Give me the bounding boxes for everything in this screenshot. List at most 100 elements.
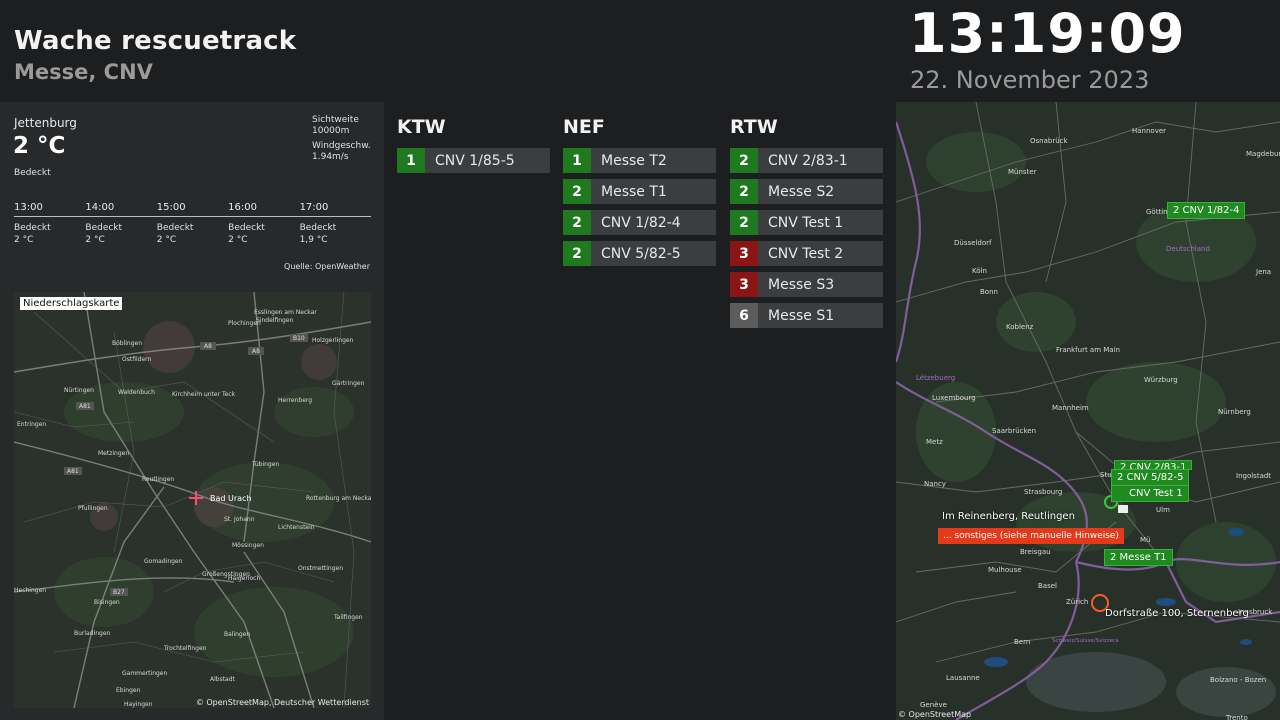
place-label: Mössingen [232,542,264,549]
place-label: Plochingen [228,320,261,327]
status-badge: 2 [563,210,591,235]
place-label: Ostfildern [122,356,152,363]
place-label: Tailfingen [333,614,363,621]
vehicle-map-marker[interactable]: CNV Test 1 [1111,485,1189,502]
column-title: RTW [730,116,778,138]
forecast-condition: Bedeckt [85,223,123,233]
vehicle-map-marker[interactable]: 2 Messe T1 [1104,549,1173,566]
weather-source: Quelle: OpenWeather [284,262,370,271]
vehicle-row[interactable]: 2 CNV 5/82-5 [563,241,716,266]
vehicle-row[interactable]: 2 Messe T1 [563,179,716,204]
visibility-value: 10000m [312,126,350,136]
forecast-temp: 2 °C [228,235,248,245]
forecast-condition: Bedeckt [156,223,194,233]
precipitation-map[interactable]: Esslingen am Neckar Sindelfingen Böbling… [14,292,371,708]
place-label: Nancy [924,480,946,488]
forecast-temp: 1,9 °C [299,235,328,245]
place-label: Koblenz [1006,323,1034,331]
alarm-type-badge[interactable]: ... sonstiges (siehe manuelle Hinweise) [938,528,1124,544]
weather-city: Jettenburg [14,116,77,130]
road-label: B10 [293,335,305,342]
place-label: Albstadt [210,676,236,683]
forecast: 13:00 14:00 15:00 16:00 17:00 Bedeckt Be… [14,202,371,245]
place-label: Trochtelfingen [163,645,207,652]
forecast-temp: 2 °C [14,235,34,245]
place-label: Kirchheim unter Teck [172,391,236,398]
weather-temperature: 2 °C [13,133,66,159]
dashboard: Wache rescuetrack Messe, CNV 13:19:09 22… [0,0,1280,720]
place-label: Breisgau [1020,548,1051,556]
place-label: Trento [1225,714,1248,720]
place-label: Frankfurt am Main [1056,346,1120,354]
place-label: Reutlingen [142,476,174,483]
vehicle-name: CNV 1/85-5 [435,152,515,169]
vehicle-map-marker[interactable]: 2 CNV 1/82-4 [1167,202,1246,219]
precip-map-copyright: © OpenStreetMap, Deutscher Wetterdienst [195,698,369,707]
place-label: Haigerloch [228,575,260,582]
vehicle-row[interactable]: 2 CNV Test 1 [730,210,883,235]
status-badge: 1 [563,148,591,173]
status-badge: 2 [563,179,591,204]
vehicle-name: CNV 2/83-1 [768,152,848,169]
vehicle-name: CNV 1/82-4 [601,214,681,231]
clock: 13:19:09 [909,2,1186,65]
place-label: Würzburg [1144,376,1178,384]
place-label: Metzingen [98,450,129,457]
forecast-time: 16:00 [228,202,257,213]
precip-map-title: Niederschlagskarte [20,297,123,310]
road-label: A81 [79,403,91,410]
overview-map[interactable]: Hannover Osnabrück Magdebur Münster Gött… [896,102,1280,720]
vehicle-row[interactable]: 3 CNV Test 2 [730,241,883,266]
forecast-condition: Bedeckt [14,223,51,233]
status-badge: 2 [730,179,758,204]
alarm-address: Im Reinenberg, Reutlingen [942,511,1075,522]
place-label: Esslingen am Neckar [254,309,317,316]
road-label: A8 [252,348,260,355]
wind-label: Windgeschw. [312,141,371,151]
incident-address: Dorfstraße 100, Sternenberg [1105,608,1249,619]
place-label: Münster [1008,168,1037,176]
forecast-time: 14:00 [85,202,115,213]
vehicle-row[interactable]: 2 Messe S2 [730,179,883,204]
status-badge: 3 [730,241,758,266]
place-label: Balingen [224,631,250,638]
vehicle-map-marker[interactable]: 2 CNV 5/82-5 [1111,469,1190,486]
place-label: Lausanne [946,674,980,682]
place-label: Bad Urach [210,494,252,503]
place-label: Göttin [1146,208,1168,216]
place-label: Hannover [1132,127,1166,135]
road-label: A8 [204,343,212,350]
vehicle-row[interactable]: 2 CNV 1/82-4 [563,210,716,235]
place-label: Hechingen [14,587,46,594]
current-date: 22. November 2023 [910,66,1150,94]
place-label: Ulm [1156,506,1170,514]
vehicle-row[interactable]: 1 Messe T2 [563,148,716,173]
precipitation-map-canvas: Esslingen am Neckar Sindelfingen Böbling… [14,292,371,708]
place-label: Burladingen [74,630,111,637]
vehicle-row[interactable]: 6 Messe S1 [730,303,883,328]
place-label: Bonn [980,288,998,296]
column-rtw: RTW 2 CNV 2/83-1 2 Messe S2 2 CNV Test 1… [730,116,883,334]
vehicle-row[interactable]: 1 CNV 1/85-5 [397,148,550,173]
place-label: Gärtringen [332,380,365,387]
place-label: Holzgerlingen [312,337,354,344]
station-title: Wache rescuetrack [14,26,297,56]
column-nef: NEF 1 Messe T2 2 Messe T1 2 CNV 1/82-4 2… [563,116,716,272]
place-label: Mannheim [1052,404,1089,412]
road-label: A81 [67,468,79,475]
place-label: Osnabrück [1030,137,1068,145]
vehicle-row[interactable]: 3 Messe S3 [730,272,883,297]
place-label: Lichtenstein [278,524,315,531]
place-label: Köln [972,267,987,275]
status-badge: 1 [397,148,425,173]
place-label: Strasbourg [1024,488,1062,496]
place-label: Saarbrücken [992,427,1036,435]
place-label: Ingolstadt [1236,472,1271,480]
vehicle-row[interactable]: 2 CNV 2/83-1 [730,148,883,173]
wind-value: 1.94m/s [312,152,349,162]
vehicle-name: Messe S1 [768,307,835,324]
status-badge: 2 [563,241,591,266]
place-label: Gammertingen [122,670,167,677]
vehicle-name: CNV 5/82-5 [601,245,681,262]
forecast-temp: 2 °C [85,235,105,245]
